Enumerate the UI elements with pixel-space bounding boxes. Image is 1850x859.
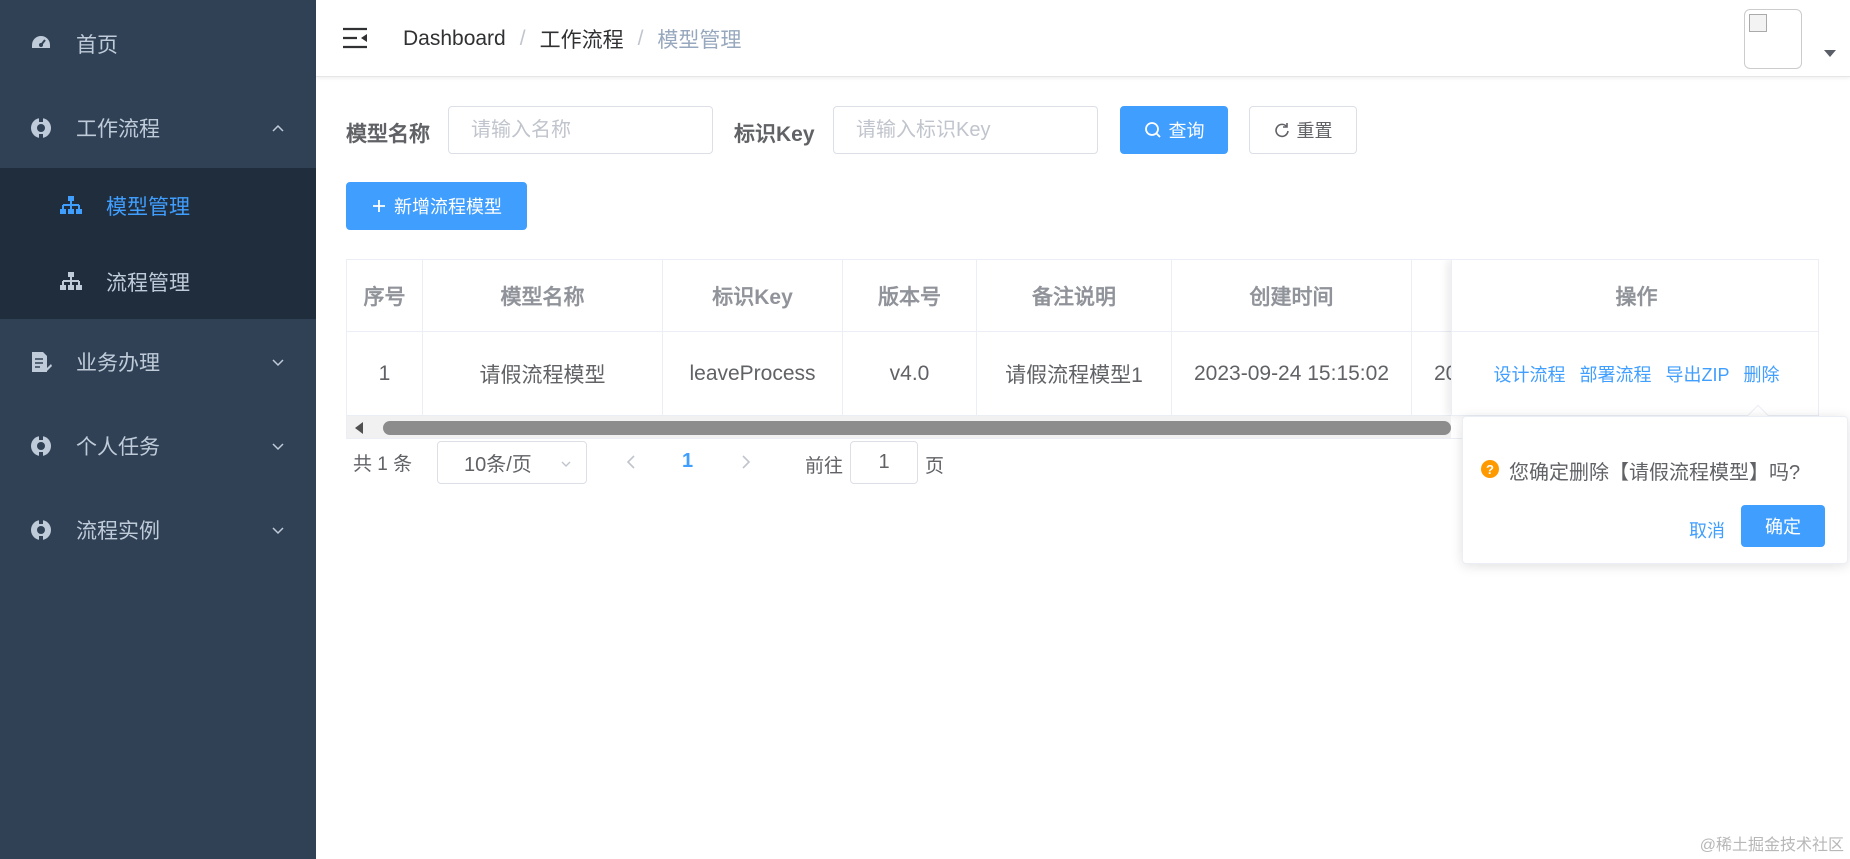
breadcrumb-item-current: 模型管理 — [657, 29, 742, 52]
submenu-workflow: 模型管理 流程管理 — [0, 168, 316, 319]
deploy-process-link[interactable]: 部署流程 — [1579, 361, 1651, 387]
query-button-label: 查询 — [1168, 121, 1205, 141]
operations-cell: 设计流程 部署流程 导出ZIP 删除 — [1452, 332, 1818, 416]
cell-version: v4.0 — [843, 332, 977, 415]
plus-icon — [373, 200, 385, 212]
page-size-value: 10条/页 — [464, 454, 532, 476]
sidebar-item-label: 流程管理 — [106, 272, 190, 295]
sidebar-item-business[interactable]: 业务办理 — [0, 320, 316, 404]
column-header: 创建时间 — [1172, 260, 1412, 331]
sidebar-item-label: 首页 — [76, 34, 118, 57]
chevron-down-icon — [272, 359, 284, 367]
column-header: 版本号 — [843, 260, 977, 331]
navbar: Dashboard / 工作流程 / 模型管理 — [316, 0, 1850, 77]
popconfirm-cancel-button[interactable]: 取消 — [1689, 517, 1725, 543]
chevron-down-icon — [272, 527, 284, 535]
query-button[interactable]: 查询 — [1120, 106, 1228, 154]
page-unit-label: 页 — [925, 456, 945, 477]
sidebar-item-label: 个人任务 — [76, 436, 160, 459]
tree-icon — [60, 272, 82, 290]
sidebar-item-process-instances[interactable]: 流程实例 — [0, 488, 316, 572]
delete-popconfirm: ? 您确定删除【请假流程模型】吗? 取消 确定 — [1462, 416, 1848, 564]
chevron-down-icon — [561, 461, 571, 467]
breadcrumb-separator: / — [519, 27, 526, 50]
task-icon — [28, 433, 54, 459]
breadcrumb-item[interactable]: Dashboard — [403, 27, 506, 51]
reset-button-label: 重置 — [1296, 121, 1333, 141]
watermark: @稀土掘金技术社区 — [1699, 837, 1844, 854]
breadcrumb-item[interactable]: 工作流程 — [540, 24, 624, 54]
tree-icon — [60, 196, 82, 214]
refresh-icon — [1274, 123, 1289, 138]
document-edit-icon — [28, 349, 54, 375]
workflow-icon — [28, 115, 54, 141]
sidebar-item-label: 工作流程 — [76, 118, 160, 141]
model-name-input[interactable] — [448, 106, 713, 154]
column-header-operations: 操作 — [1452, 260, 1818, 332]
add-model-button[interactable]: 新增流程模型 — [346, 182, 527, 230]
delete-link[interactable]: 删除 — [1744, 361, 1780, 387]
add-model-button-label: 新增流程模型 — [394, 197, 502, 217]
page-number-current[interactable]: 1 — [682, 450, 693, 473]
goto-label: 前往 — [805, 456, 844, 477]
question-icon: ? — [1481, 460, 1499, 478]
sidebar-item-home[interactable]: 首页 — [0, 2, 316, 86]
goto-page-input[interactable] — [850, 441, 918, 484]
instance-icon — [28, 517, 54, 543]
scroll-left-arrow-icon[interactable] — [355, 422, 363, 434]
model-name-label: 模型名称 — [346, 123, 430, 146]
sidebar-item-label: 业务办理 — [76, 352, 160, 375]
reset-button[interactable]: 重置 — [1249, 106, 1357, 154]
search-icon — [1144, 122, 1161, 138]
column-header: 备注说明 — [977, 260, 1172, 331]
sidebar-item-model-management[interactable]: 模型管理 — [0, 168, 316, 244]
chevron-up-icon — [272, 124, 284, 132]
sidebar: 首页 工作流程 模型管理 流程管理 业务办理 个人任务 流程实例 — [0, 0, 316, 859]
popconfirm-message: 您确定删除【请假流程模型】吗? — [1509, 462, 1801, 484]
breadcrumb-separator: / — [637, 27, 644, 50]
hamburger-icon[interactable] — [342, 26, 368, 50]
prev-page-icon[interactable] — [622, 452, 640, 472]
popconfirm-confirm-button[interactable]: 确定 — [1741, 505, 1825, 547]
page-size-select[interactable]: 10条/页 — [437, 441, 587, 484]
cell-key: leaveProcess — [663, 332, 843, 415]
key-input[interactable] — [833, 106, 1098, 154]
cell-index: 1 — [347, 332, 423, 415]
sidebar-item-process-management[interactable]: 流程管理 — [0, 244, 316, 320]
cell-created-time: 2023-09-24 15:15:02 — [1172, 332, 1412, 415]
model-table: 序号 模型名称 标识Key 版本号 备注说明 创建时间 1 请假流程模型 lea… — [346, 259, 1819, 439]
avatar[interactable] — [1744, 9, 1802, 69]
breadcrumb: Dashboard / 工作流程 / 模型管理 — [403, 24, 741, 54]
sidebar-item-workflow[interactable]: 工作流程 — [0, 86, 316, 170]
key-label: 标识Key — [734, 123, 815, 146]
dashboard-icon — [28, 31, 54, 57]
sidebar-item-label: 流程实例 — [76, 520, 160, 543]
export-zip-link[interactable]: 导出ZIP — [1665, 361, 1729, 387]
pagination-total: 共 1 条 — [353, 454, 413, 475]
design-process-link[interactable]: 设计流程 — [1493, 361, 1565, 387]
column-header: 标识Key — [663, 260, 843, 331]
next-page-icon[interactable] — [737, 452, 755, 472]
scrollbar-thumb[interactable] — [383, 421, 1451, 435]
caret-down-icon[interactable] — [1824, 50, 1836, 57]
sidebar-item-label: 模型管理 — [106, 196, 190, 219]
sidebar-item-personal-tasks[interactable]: 个人任务 — [0, 404, 316, 488]
column-header: 模型名称 — [423, 260, 663, 331]
cell-model-name: 请假流程模型 — [423, 332, 663, 415]
chevron-down-icon — [272, 443, 284, 451]
horizontal-scrollbar[interactable] — [347, 416, 1451, 438]
operations-column: 操作 设计流程 部署流程 导出ZIP 删除 — [1451, 260, 1818, 416]
cell-remark: 请假流程模型1 — [977, 332, 1172, 415]
column-header: 序号 — [347, 260, 423, 331]
broken-image-icon — [1749, 14, 1767, 32]
